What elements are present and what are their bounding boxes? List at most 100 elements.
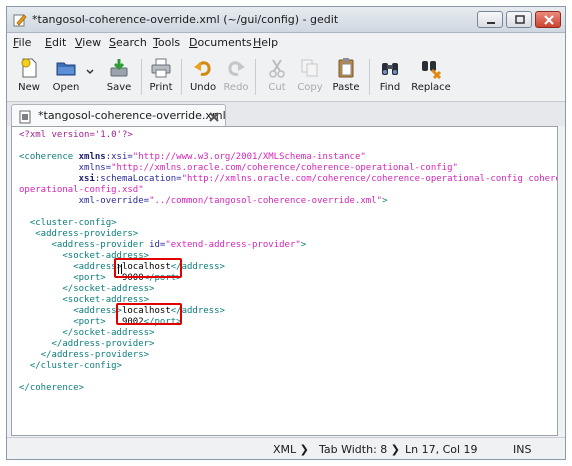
cut-button-label: Cut xyxy=(268,82,286,93)
toolbar-separator xyxy=(369,59,370,95)
binoculars-icon xyxy=(382,63,398,75)
chevron-down-icon: ❯ xyxy=(390,443,400,456)
open-button-label: Open xyxy=(52,82,80,93)
code-line: xml-override="../common/tangosol-coheren… xyxy=(19,196,388,207)
code-line: xmlns="http://xmlns.oracle.com/coherence… xyxy=(19,163,458,174)
code-token-tag: </cluster-config> xyxy=(29,361,122,371)
close-window-button[interactable] xyxy=(535,11,561,28)
new-button[interactable]: New xyxy=(11,55,47,99)
code-token-attr: :schemaLocation= xyxy=(94,174,182,184)
gedit-window: *tangosol-coherence-override.xml (~/gui/… xyxy=(6,6,566,460)
code-token-tag: <address-provider xyxy=(51,240,150,250)
scissors-icon xyxy=(269,59,285,78)
open-folder-icon xyxy=(56,62,76,76)
copy-pages-icon xyxy=(301,59,318,77)
new-document-icon xyxy=(21,58,37,78)
code-token-attrb: xmlns xyxy=(78,152,106,162)
code-line: operational-config.xsd" xyxy=(19,185,144,196)
redo-arrow-icon xyxy=(228,61,245,76)
tab-width-selector[interactable]: Tab Width: 8 ❯ xyxy=(319,443,400,456)
code-token-attrb: xsi xyxy=(78,174,95,184)
paste-button[interactable]: Paste xyxy=(329,55,363,99)
code-token-attr: xml-override= xyxy=(78,196,150,206)
menu-tools[interactable]: Tools xyxy=(153,36,180,49)
code-token-tag: </address-provider> xyxy=(51,339,155,349)
paste-button-label: Paste xyxy=(332,82,360,93)
close-icon xyxy=(544,15,554,25)
print-button[interactable]: Print xyxy=(145,55,177,99)
open-recent-dropdown[interactable] xyxy=(83,55,97,99)
menu-edit[interactable]: Edit xyxy=(45,36,66,49)
copy-button-label: Copy xyxy=(297,82,323,93)
open-button[interactable]: Open xyxy=(49,55,83,99)
menu-help[interactable]: Help xyxy=(253,36,278,49)
code-token-str: "http://www.w3.org/2001/XMLSchema-instan… xyxy=(132,152,366,162)
text-editor[interactable]: <?xml version='1.0'?> <coherence xmlns:xs… xyxy=(11,126,558,436)
code-token-attr: xmlns= xyxy=(78,163,112,173)
redo-button[interactable]: Redo xyxy=(221,55,251,99)
code-token-str: "http://xmlns.oracle.com/coherence/coher… xyxy=(111,163,458,173)
undo-button-label: Undo xyxy=(189,82,217,93)
undo-arrow-icon xyxy=(194,61,211,76)
language-selector[interactable]: XML ❯ xyxy=(273,443,309,456)
cut-button[interactable]: Cut xyxy=(263,55,291,99)
code-token-tag: <address> xyxy=(73,306,122,316)
menu-view[interactable]: View xyxy=(75,36,101,49)
print-button-label: Print xyxy=(149,82,173,93)
printer-icon xyxy=(151,58,171,78)
new-button-label: New xyxy=(18,82,40,93)
highlight-box-address-1 xyxy=(114,258,182,278)
menu-documents[interactable]: Documents xyxy=(189,36,252,49)
code-token-tag: > xyxy=(300,240,307,250)
insert-mode-indicator: INS xyxy=(513,443,532,456)
code-line: <address-provider id="extend-address-pro… xyxy=(19,240,307,251)
chevron-down-icon xyxy=(86,69,94,75)
code-line: </socket-address> xyxy=(19,328,154,339)
save-download-icon xyxy=(110,59,128,77)
code-token-str: "extend-address-provider" xyxy=(165,240,301,250)
gedit-app-icon xyxy=(13,12,27,27)
code-line: </cluster-config> xyxy=(19,361,122,372)
code-token-str: "http://xmlns.oracle.com/coherence/coher… xyxy=(181,174,558,184)
window-title: *tangosol-coherence-override.xml (~/gui/… xyxy=(32,13,339,26)
copy-button[interactable]: Copy xyxy=(295,55,325,99)
code-token-tag: <port> xyxy=(73,317,122,327)
code-line: </address-providers> xyxy=(19,350,149,361)
replace-button[interactable]: Replace xyxy=(409,55,453,99)
code-token-tag: > xyxy=(382,196,388,206)
document-tab-bar: *tangosol-coherence-override.xml xyxy=(7,102,565,126)
menu-bar: File Edit View Search Tools Documents He… xyxy=(7,33,565,53)
title-bar[interactable]: *tangosol-coherence-override.xml (~/gui/… xyxy=(7,7,565,33)
code-token-tag: <coherence xyxy=(19,152,79,162)
redo-button-label: Redo xyxy=(223,82,249,93)
code-token-pi: <?xml version='1.0'?> xyxy=(19,130,133,140)
mouse-ibeam-cursor xyxy=(118,264,122,274)
code-line: <address-providers> xyxy=(19,229,138,240)
chevron-down-icon: ❯ xyxy=(299,443,309,456)
highlight-box-address-2 xyxy=(116,303,182,325)
toolbar-separator xyxy=(255,59,256,95)
maximize-icon xyxy=(515,15,525,24)
menu-search[interactable]: Search xyxy=(109,36,147,49)
find-button[interactable]: Find xyxy=(375,55,405,99)
code-token-tag: </socket-address> xyxy=(62,328,155,338)
maximize-button[interactable] xyxy=(506,11,532,28)
code-token-tag: <address-providers> xyxy=(35,229,139,239)
code-token-tag: <cluster-config> xyxy=(29,218,117,228)
code-line: <?xml version='1.0'?> xyxy=(19,130,133,141)
tab-label: *tangosol-coherence-override.xml xyxy=(38,109,226,122)
save-button[interactable]: Save xyxy=(101,55,137,99)
code-line: xsi:schemaLocation="http://xmlns.oracle.… xyxy=(19,174,558,185)
find-button-label: Find xyxy=(379,82,401,93)
save-button-label: Save xyxy=(106,82,132,93)
code-token-tag: </socket-address> xyxy=(62,284,155,294)
status-bar: XML ❯ Tab Width: 8 ❯ Ln 17, Col 19 INS xyxy=(7,437,565,459)
replace-button-label: Replace xyxy=(411,82,451,93)
code-token-attr: :xsi= xyxy=(105,152,133,162)
menu-file[interactable]: File xyxy=(13,36,31,49)
tab-document[interactable]: *tangosol-coherence-override.xml xyxy=(11,104,226,126)
minimize-button[interactable] xyxy=(477,11,503,28)
code-token-tag: </address-providers> xyxy=(40,350,150,360)
find-replace-icon xyxy=(422,61,442,79)
undo-button[interactable]: Undo xyxy=(187,55,219,99)
